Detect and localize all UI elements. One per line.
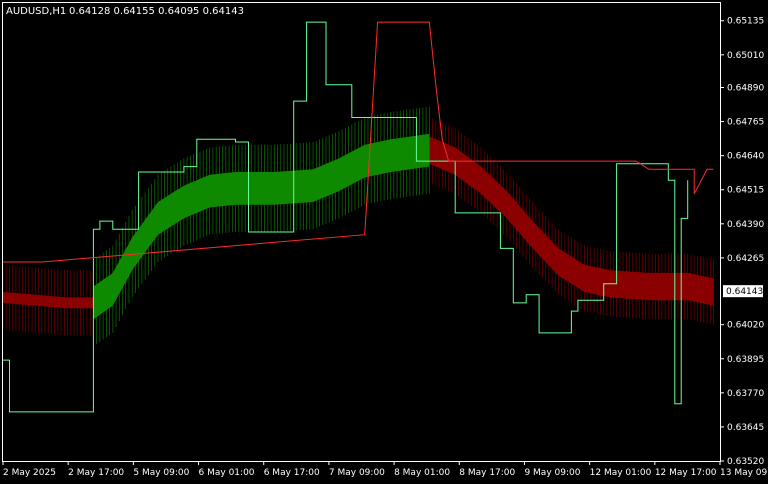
symbol-label: AUDUSD,H1	[6, 6, 66, 17]
chart-background	[0, 0, 768, 484]
x-tick-label: 2 May 17:00	[68, 468, 124, 478]
y-tick-label: 0.64390	[727, 220, 764, 230]
x-tick-label: 12 May 17:00	[655, 468, 717, 478]
ohlc-readout: 0.64128 0.64155 0.64095 0.64143	[69, 6, 244, 17]
y-tick-label: 0.64640	[727, 152, 764, 162]
x-tick-label: 8 May 01:00	[394, 468, 450, 478]
y-tick-label: 0.63645	[727, 423, 764, 433]
y-tick-label: 0.65135	[727, 17, 764, 27]
current-price-marker: 0.64143	[723, 285, 763, 298]
current-price-label: 0.64143	[726, 287, 763, 297]
x-tick-label: 9 May 09:00	[524, 468, 580, 478]
y-tick-label: 0.64265	[727, 254, 764, 264]
x-tick-label: 12 May 01:00	[590, 468, 652, 478]
y-tick-label: 0.63895	[727, 355, 764, 365]
y-tick-label: 0.65010	[727, 51, 764, 61]
x-tick-label: 5 May 09:00	[133, 468, 189, 478]
y-tick-label: 0.63770	[727, 389, 764, 399]
x-tick-label: 6 May 17:00	[264, 468, 320, 478]
x-tick-label: 6 May 01:00	[199, 468, 255, 478]
y-tick-label: 0.63520	[727, 457, 764, 467]
x-tick-label: 7 May 09:00	[329, 468, 385, 478]
x-tick-label: 13 May 09:00	[720, 468, 768, 478]
x-tick-label: 8 May 17:00	[459, 468, 515, 478]
x-tick-label: 2 May 2025	[3, 468, 56, 478]
y-tick-label: 0.64890	[727, 84, 764, 94]
y-tick-label: 0.64515	[727, 186, 764, 196]
price-chart[interactable]: AUDUSD,H1 0.64128 0.64155 0.64095 0.6414…	[0, 0, 768, 484]
y-tick-label: 0.64020	[727, 321, 764, 331]
y-tick-label: 0.64765	[727, 118, 764, 128]
